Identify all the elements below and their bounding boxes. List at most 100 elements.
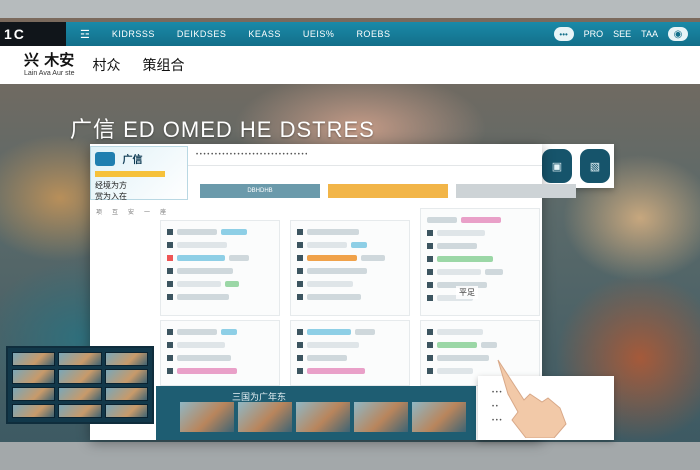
strip-thumbnail[interactable] bbox=[354, 402, 408, 432]
subnav-item-3[interactable]: 安 bbox=[128, 207, 134, 216]
toolbar-dots: • • • • • • • • • • • • • • • • • • • • … bbox=[196, 151, 308, 158]
nav-right-group: ••• PRO SEE TAA ◉ bbox=[553, 27, 700, 41]
top-margin bbox=[0, 0, 700, 18]
logo-main-text: 兴 木安 bbox=[24, 51, 75, 69]
mini-line-1: • • • bbox=[492, 390, 502, 396]
thumbnail[interactable] bbox=[104, 369, 148, 384]
mini-line-3: • • • bbox=[492, 418, 502, 424]
mini-line-2: • • bbox=[492, 404, 498, 410]
list-item[interactable] bbox=[297, 277, 403, 290]
info-card[interactable]: 广信 经境为方 赏为入在 bbox=[90, 146, 188, 201]
list-item[interactable] bbox=[167, 351, 273, 364]
tab-column-1[interactable]: DBHDHB bbox=[200, 184, 320, 198]
brand-code[interactable]: 1C bbox=[0, 22, 66, 46]
thumbnail[interactable] bbox=[58, 369, 102, 384]
list-item[interactable] bbox=[427, 213, 533, 226]
toggle-pill-icon[interactable]: ••• bbox=[553, 27, 574, 41]
list-item[interactable] bbox=[297, 290, 403, 303]
list-item[interactable] bbox=[167, 251, 273, 264]
list-item[interactable] bbox=[167, 277, 273, 290]
list-item[interactable] bbox=[297, 325, 403, 338]
nav-link-1[interactable]: KIDRSSS bbox=[112, 29, 155, 39]
site-logo[interactable]: 兴 木安 Lain Ava Aur ste bbox=[24, 51, 75, 78]
strip-thumbnail[interactable] bbox=[180, 402, 234, 432]
strip-thumbnail[interactable] bbox=[412, 402, 466, 432]
thumbnail[interactable] bbox=[104, 352, 148, 367]
backpack-icon[interactable]: ▧ bbox=[580, 149, 610, 183]
list-item[interactable] bbox=[167, 338, 273, 351]
info-highlight-strip bbox=[95, 171, 165, 177]
header-tag-2: 策组合 bbox=[142, 58, 185, 74]
nav-link-2[interactable]: DEIKDSES bbox=[177, 29, 227, 39]
list-item[interactable] bbox=[167, 264, 273, 277]
subnav-item-4[interactable]: 一 bbox=[144, 207, 150, 216]
strip-thumbnail[interactable] bbox=[296, 402, 350, 432]
list-item[interactable] bbox=[427, 239, 533, 252]
list-item[interactable] bbox=[427, 291, 533, 304]
list-item[interactable] bbox=[167, 364, 273, 377]
info-line-2: 赏为入在 bbox=[95, 192, 127, 201]
nav-link-5[interactable]: ROEBS bbox=[356, 29, 390, 39]
logo-header: 兴 木安 Lain Ava Aur ste 村众 策组合 bbox=[0, 46, 700, 84]
strip-thumbnail[interactable] bbox=[238, 402, 292, 432]
floating-label: 平足 bbox=[456, 286, 478, 299]
list-item[interactable] bbox=[297, 225, 403, 238]
thumbnail[interactable] bbox=[12, 386, 56, 401]
globe-icon[interactable]: ◉ bbox=[668, 27, 688, 41]
top-nav-bar: 1C ☲ KIDRSSS DEIKDSES KEASS UEIS% ROEBS … bbox=[0, 22, 700, 46]
thumbnail-grid bbox=[6, 346, 154, 424]
thumbnail[interactable] bbox=[58, 386, 102, 401]
list-item[interactable] bbox=[427, 338, 533, 351]
thumbnail[interactable] bbox=[104, 403, 148, 418]
info-line-1: 经境为方 bbox=[95, 181, 127, 190]
subnav-item-1[interactable]: 项 bbox=[96, 207, 102, 216]
bottom-margin bbox=[0, 442, 700, 470]
hero-title: 广信 ED OMED HE DSTRES bbox=[70, 117, 375, 142]
panel-lower-middle bbox=[290, 320, 410, 386]
thumbnail[interactable] bbox=[58, 403, 102, 418]
thumbnail[interactable] bbox=[12, 369, 56, 384]
thumbnail[interactable] bbox=[12, 403, 56, 418]
nav-link-4[interactable]: UEIS% bbox=[303, 29, 335, 39]
bottom-media-strip: 三国为广年东 bbox=[156, 386, 476, 440]
thumbnail[interactable] bbox=[58, 352, 102, 367]
list-item[interactable] bbox=[167, 325, 273, 338]
tab-column-2[interactable] bbox=[328, 184, 448, 198]
tab-column-3[interactable] bbox=[456, 184, 576, 198]
list-item[interactable] bbox=[427, 278, 533, 291]
panel-upper-left bbox=[160, 220, 280, 316]
column-tabs: DBHDHB bbox=[200, 184, 576, 198]
thumbnail[interactable] bbox=[12, 352, 56, 367]
logo-sub-text: Lain Ava Aur ste bbox=[24, 70, 75, 77]
info-badge-icon bbox=[95, 151, 115, 166]
list-item[interactable] bbox=[427, 226, 533, 239]
menu-icon[interactable]: ☲ bbox=[80, 28, 90, 41]
panel-upper-right bbox=[420, 208, 540, 316]
list-item[interactable] bbox=[297, 251, 403, 264]
list-item[interactable] bbox=[427, 325, 533, 338]
list-item[interactable] bbox=[297, 351, 403, 364]
panel-lower-left bbox=[160, 320, 280, 386]
thumbnail[interactable] bbox=[104, 386, 148, 401]
list-item[interactable] bbox=[297, 338, 403, 351]
bag-icon[interactable]: ▣ bbox=[542, 149, 572, 183]
list-item[interactable] bbox=[427, 351, 533, 364]
list-item[interactable] bbox=[167, 225, 273, 238]
list-item[interactable] bbox=[297, 238, 403, 251]
nav-right-link-1[interactable]: PRO bbox=[584, 29, 604, 39]
nav-right-link-3[interactable]: TAA bbox=[641, 29, 658, 39]
nav-right-link-2[interactable]: SEE bbox=[613, 29, 631, 39]
list-item[interactable] bbox=[427, 252, 533, 265]
list-item[interactable] bbox=[167, 238, 273, 251]
header-tag-1: 村众 bbox=[92, 58, 121, 74]
list-item[interactable] bbox=[297, 364, 403, 377]
info-card-title: 广信 bbox=[122, 155, 143, 167]
panel-upper-middle bbox=[290, 220, 410, 316]
subnav-item-2[interactable]: 互 bbox=[112, 207, 118, 216]
list-item[interactable] bbox=[167, 290, 273, 303]
list-item[interactable] bbox=[297, 264, 403, 277]
strip-thumbnails bbox=[180, 402, 466, 432]
list-item[interactable] bbox=[427, 265, 533, 278]
nav-link-3[interactable]: KEASS bbox=[248, 29, 281, 39]
subnav-item-5[interactable]: 座 bbox=[160, 207, 166, 216]
